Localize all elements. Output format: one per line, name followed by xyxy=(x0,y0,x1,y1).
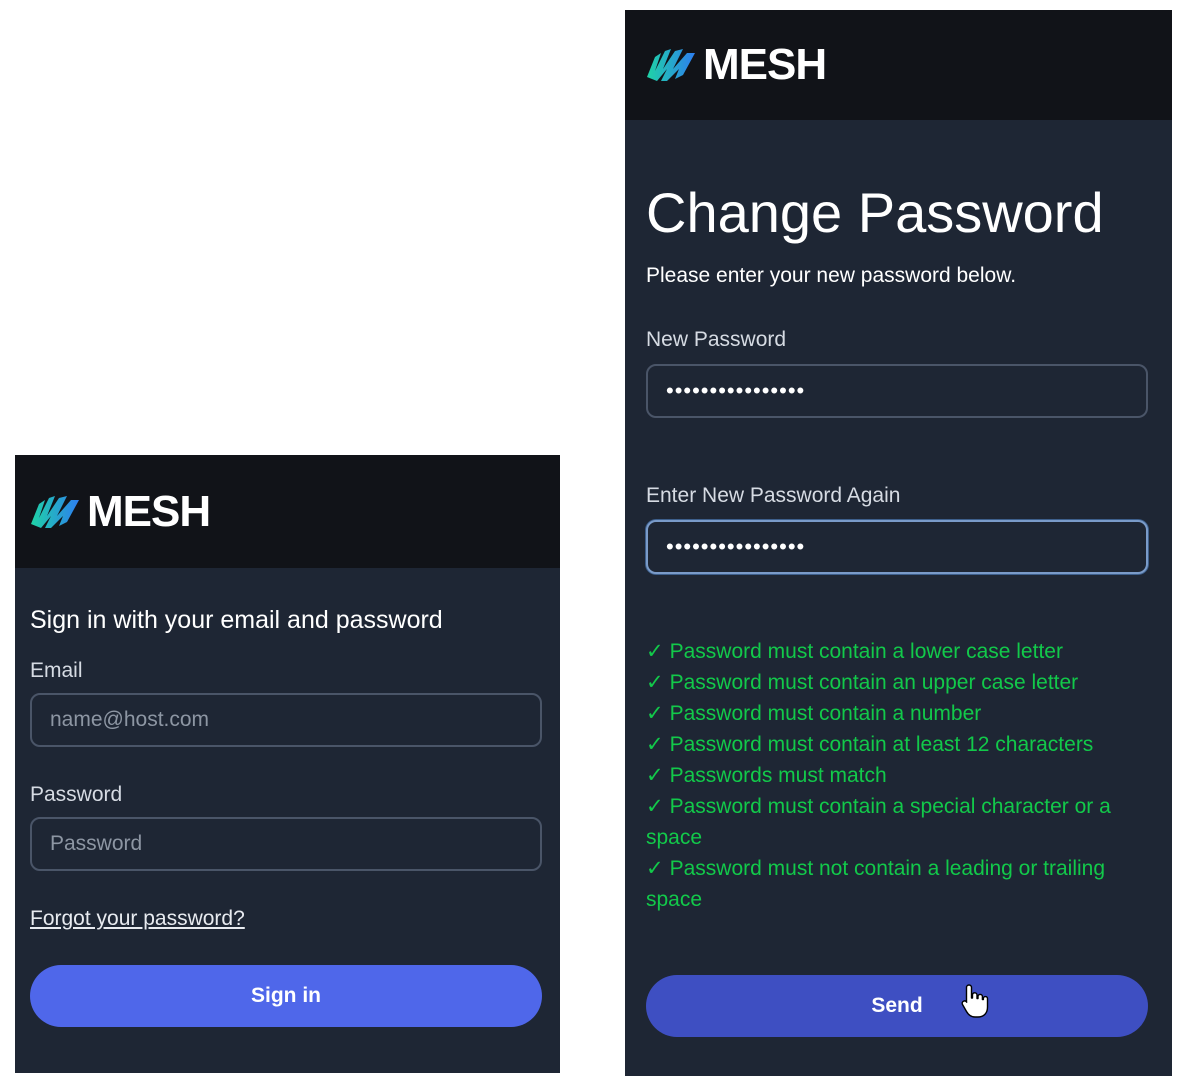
requirement-item: ✓ Password must contain a number xyxy=(646,698,1148,729)
signin-panel: MESH Sign in with your email and passwor… xyxy=(15,455,560,1073)
forgot-password-link[interactable]: Forgot your password? xyxy=(30,907,245,931)
password-field[interactable] xyxy=(30,817,542,871)
password-label: Password xyxy=(30,783,123,806)
page-title: Change Password xyxy=(646,181,1104,244)
requirement-item: ✓ Password must contain an upper case let… xyxy=(646,667,1148,698)
signin-heading: Sign in with your email and password xyxy=(30,606,443,634)
change-password-form: Change Password Please enter your new pa… xyxy=(625,120,1172,1037)
signin-form: Sign in with your email and password Ema… xyxy=(15,568,560,1027)
mesh-logo-icon xyxy=(647,49,695,81)
logo-text: MESH xyxy=(87,486,211,536)
change-password-header: MESH xyxy=(625,10,1172,120)
signin-header: MESH xyxy=(15,455,560,568)
requirement-text: Password must contain at least 12 charac… xyxy=(669,732,1094,756)
requirement-item: ✓ Password must contain a special charact… xyxy=(646,791,1148,853)
logo-text: MESH xyxy=(703,40,827,89)
mesh-logo-icon xyxy=(31,495,79,528)
confirm-password-label: Enter New Password Again xyxy=(646,483,901,507)
requirement-text: Password must not contain a leading or t… xyxy=(646,856,1106,911)
email-field[interactable] xyxy=(30,693,542,747)
check-icon: ✓ xyxy=(646,763,664,787)
email-label: Email xyxy=(30,659,83,682)
requirement-item: ✓ Password must contain at least 12 chara… xyxy=(646,729,1148,760)
check-icon: ✓ xyxy=(646,639,664,663)
requirement-text: Password must contain an upper case lett… xyxy=(669,670,1079,694)
requirement-text: Passwords must match xyxy=(669,763,887,787)
signin-button[interactable]: Sign in xyxy=(30,965,542,1027)
new-password-field[interactable] xyxy=(646,363,1148,418)
check-icon: ✓ xyxy=(646,701,664,725)
change-password-panel: MESH Change Password Please enter your n… xyxy=(625,10,1172,1076)
requirement-text: Password must contain a number xyxy=(669,701,982,725)
requirement-item: ✓ Passwords must match xyxy=(646,760,1148,791)
password-requirements-list: ✓ Password must contain a lower case lett… xyxy=(646,636,1148,915)
requirement-text: Password must contain a lower case lette… xyxy=(669,639,1063,663)
check-icon: ✓ xyxy=(646,670,664,694)
requirement-text: Password must contain a special characte… xyxy=(646,794,1111,849)
check-icon: ✓ xyxy=(646,856,664,880)
send-button[interactable]: Send xyxy=(646,974,1148,1037)
new-password-label: New Password xyxy=(646,327,787,351)
check-icon: ✓ xyxy=(646,794,664,818)
confirm-password-field[interactable] xyxy=(646,519,1148,574)
check-icon: ✓ xyxy=(646,732,664,756)
requirement-item: ✓ Password must contain a lower case lett… xyxy=(646,636,1148,667)
requirement-item: ✓ Password must not contain a leading or … xyxy=(646,853,1148,915)
hand-pointer-cursor-icon xyxy=(961,984,989,1018)
page-subtitle: Please enter your new password below. xyxy=(646,263,1017,287)
